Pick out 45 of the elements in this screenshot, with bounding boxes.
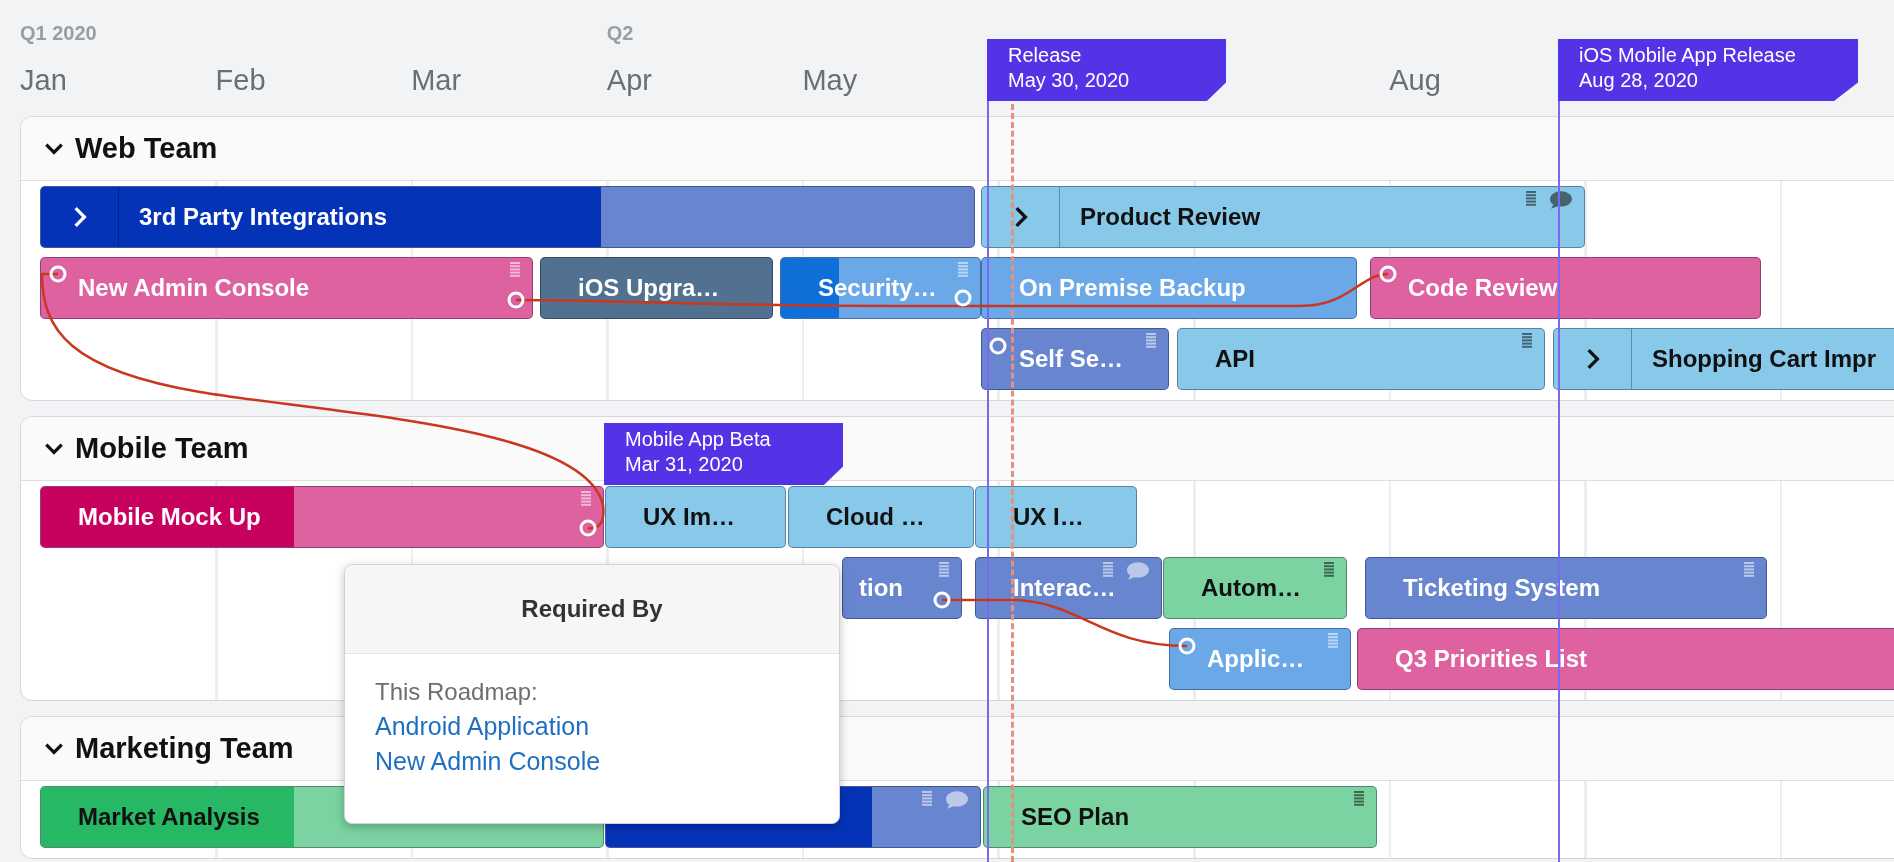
milestone-title: Release bbox=[1008, 44, 1083, 67]
roadmap-link[interactable]: New Admin Console bbox=[375, 747, 809, 776]
link-handle[interactable] bbox=[989, 337, 1007, 355]
milestone-title: Mobile App Beta bbox=[625, 428, 772, 451]
milestone-flag[interactable]: iOS Mobile App Release Aug 28, 2020 bbox=[1558, 39, 1858, 101]
task-bar[interactable]: 3rd Party Integrations bbox=[40, 186, 975, 248]
month-label: Mar bbox=[411, 64, 462, 97]
milestone-date: Mar 31, 2020 bbox=[625, 453, 744, 476]
milestone-flag[interactable]: Release May 30, 2020 bbox=[987, 39, 1226, 101]
task-bar[interactable]: Autom… bbox=[1163, 557, 1347, 619]
chevron-right-icon[interactable] bbox=[1013, 206, 1028, 228]
task-bar[interactable]: SEO Plan bbox=[983, 786, 1377, 848]
month-label: Aug bbox=[1389, 64, 1441, 97]
task-bar[interactable]: New Admin Console bbox=[40, 257, 533, 319]
link-handle[interactable] bbox=[954, 289, 972, 307]
task-bar[interactable]: Interac… bbox=[975, 557, 1162, 619]
task-bar[interactable]: Self Se… bbox=[981, 328, 1169, 390]
task-bar[interactable]: UX I… bbox=[975, 486, 1137, 548]
month-label: May bbox=[802, 64, 858, 97]
task-bar[interactable]: UX Im… bbox=[605, 486, 786, 548]
task-bar[interactable]: Product Review bbox=[981, 186, 1585, 248]
roadmap-link[interactable]: Android Application bbox=[375, 712, 809, 741]
task-bar[interactable]: tion bbox=[842, 557, 962, 619]
month-label: Jan bbox=[20, 64, 67, 97]
task-bar[interactable]: Code Review bbox=[1370, 257, 1761, 319]
task-bar[interactable]: Ticketing System bbox=[1365, 557, 1767, 619]
milestone-title: iOS Mobile App Release bbox=[1579, 44, 1797, 67]
task-bar[interactable]: Cloud … bbox=[788, 486, 974, 548]
section-label: This Roadmap: bbox=[375, 678, 539, 706]
quarter-label: Q2 bbox=[606, 22, 634, 45]
milestone-date: May 30, 2020 bbox=[1008, 69, 1131, 92]
task-bar[interactable]: iOS Upgra… bbox=[540, 257, 773, 319]
task-bar[interactable]: API bbox=[1177, 328, 1545, 390]
task-bar[interactable]: Mobile Mock Up bbox=[40, 486, 604, 548]
team-name: Web Team bbox=[75, 132, 218, 165]
milestone-flag[interactable]: Mobile App Beta Mar 31, 2020 bbox=[604, 423, 843, 485]
task-bar[interactable]: Shopping Cart Impr bbox=[1553, 328, 1894, 390]
chevron-right-icon[interactable] bbox=[1585, 348, 1600, 370]
milestone-date: Aug 28, 2020 bbox=[1579, 69, 1699, 92]
quarter-label: Q1 2020 bbox=[20, 22, 97, 45]
team-name: Mobile Team bbox=[75, 432, 249, 465]
month-label: Feb bbox=[215, 64, 266, 97]
tooltip-title: Required By bbox=[521, 595, 663, 623]
team-name: Marketing Team bbox=[75, 732, 294, 765]
month-label: Apr bbox=[606, 64, 652, 97]
